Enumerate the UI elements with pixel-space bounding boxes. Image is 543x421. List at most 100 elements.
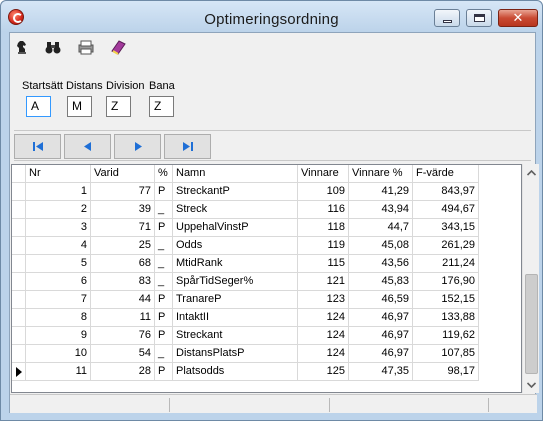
cell-vinnare[interactable]: 109 (298, 183, 349, 201)
cell-namn[interactable]: Streckant (173, 327, 298, 345)
cell-vinnare-pct[interactable]: 46,97 (349, 345, 413, 363)
cell-vinnare[interactable]: 121 (298, 273, 349, 291)
scroll-down-button[interactable] (523, 376, 540, 393)
next-record-button[interactable] (114, 134, 161, 159)
row-indicator[interactable] (12, 219, 26, 237)
cell-pct[interactable]: P (155, 309, 173, 327)
cell-nr[interactable]: 4 (26, 237, 91, 255)
cell-pct[interactable]: P (155, 219, 173, 237)
cell-vinnare-pct[interactable]: 45,83 (349, 273, 413, 291)
header-vinnare-pct[interactable]: Vinnare % (349, 165, 413, 183)
cell-varid[interactable]: 28 (91, 363, 155, 381)
cell-vinnare-pct[interactable]: 43,94 (349, 201, 413, 219)
cell-fvarde[interactable]: 133,88 (413, 309, 479, 327)
cell-vinnare-pct[interactable]: 46,97 (349, 327, 413, 345)
cell-namn[interactable]: SpårTidSeger% (173, 273, 298, 291)
cell-pct[interactable]: _ (155, 255, 173, 273)
table-row[interactable]: 11 28 P Platsodds 125 47,35 98,17 (12, 363, 507, 381)
row-indicator[interactable] (12, 291, 26, 309)
cell-fvarde[interactable]: 98,17 (413, 363, 479, 381)
last-record-button[interactable] (164, 134, 211, 159)
cell-varid[interactable]: 25 (91, 237, 155, 255)
cell-pct[interactable]: _ (155, 201, 173, 219)
cell-vinnare[interactable]: 115 (298, 255, 349, 273)
table-row[interactable]: 2 39 _ Streck 116 43,94 494,67 (12, 201, 507, 219)
bana-field[interactable]: Z (149, 96, 174, 117)
cell-varid[interactable]: 83 (91, 273, 155, 291)
header-vinnare[interactable]: Vinnare (298, 165, 349, 183)
table-row[interactable]: 7 44 P TranareP 123 46,59 152,15 (12, 291, 507, 309)
cell-pct[interactable]: _ (155, 237, 173, 255)
cell-vinnare-pct[interactable]: 46,97 (349, 309, 413, 327)
cell-varid[interactable]: 44 (91, 291, 155, 309)
data-grid[interactable]: Nr Varid % Namn Vinnare Vinnare % F-värd… (11, 164, 522, 393)
cell-pct[interactable]: P (155, 327, 173, 345)
book-icon[interactable] (109, 39, 127, 57)
cell-pct[interactable]: P (155, 183, 173, 201)
cell-nr[interactable]: 7 (26, 291, 91, 309)
cell-fvarde[interactable]: 176,90 (413, 273, 479, 291)
cell-namn[interactable]: MtidRank (173, 255, 298, 273)
cell-namn[interactable]: IntaktII (173, 309, 298, 327)
horse-icon[interactable] (13, 39, 31, 57)
table-row[interactable]: 9 76 P Streckant 124 46,97 119,62 (12, 327, 507, 345)
table-row[interactable]: 10 54 _ DistansPlatsP 124 46,97 107,85 (12, 345, 507, 363)
table-row[interactable]: 8 11 P IntaktII 124 46,97 133,88 (12, 309, 507, 327)
cell-namn[interactable]: DistansPlatsP (173, 345, 298, 363)
row-indicator[interactable] (12, 327, 26, 345)
cell-vinnare[interactable]: 124 (298, 345, 349, 363)
cell-vinnare[interactable]: 116 (298, 201, 349, 219)
cell-vinnare[interactable]: 119 (298, 237, 349, 255)
cell-nr[interactable]: 3 (26, 219, 91, 237)
cell-vinnare[interactable]: 125 (298, 363, 349, 381)
header-varid[interactable]: Varid (91, 165, 155, 183)
cell-fvarde[interactable]: 152,15 (413, 291, 479, 309)
cell-namn[interactable]: UppehalVinstP (173, 219, 298, 237)
cell-vinnare-pct[interactable]: 46,59 (349, 291, 413, 309)
cell-pct[interactable]: _ (155, 273, 173, 291)
cell-nr[interactable]: 8 (26, 309, 91, 327)
cell-nr[interactable]: 2 (26, 201, 91, 219)
title-bar[interactable]: Optimeringsordning ✕ (1, 1, 542, 32)
row-indicator[interactable] (12, 345, 26, 363)
cell-varid[interactable]: 39 (91, 201, 155, 219)
row-indicator[interactable] (12, 309, 26, 327)
cell-vinnare-pct[interactable]: 41,29 (349, 183, 413, 201)
cell-namn[interactable]: Platsodds (173, 363, 298, 381)
row-indicator[interactable] (12, 237, 26, 255)
cell-namn[interactable]: TranareP (173, 291, 298, 309)
cell-pct[interactable]: P (155, 291, 173, 309)
cell-nr[interactable]: 1 (26, 183, 91, 201)
maximize-button[interactable] (466, 9, 492, 27)
header-nr[interactable]: Nr (26, 165, 91, 183)
cell-varid[interactable]: 76 (91, 327, 155, 345)
row-indicator[interactable] (12, 201, 26, 219)
cell-varid[interactable]: 77 (91, 183, 155, 201)
table-row[interactable]: 5 68 _ MtidRank 115 43,56 211,24 (12, 255, 507, 273)
cell-nr[interactable]: 6 (26, 273, 91, 291)
cell-fvarde[interactable]: 107,85 (413, 345, 479, 363)
cell-nr[interactable]: 10 (26, 345, 91, 363)
row-indicator[interactable] (12, 183, 26, 201)
minimize-button[interactable] (434, 9, 460, 27)
close-button[interactable]: ✕ (498, 9, 538, 27)
startsatt-field[interactable]: A (26, 96, 51, 117)
header-namn[interactable]: Namn (173, 165, 298, 183)
cell-varid[interactable]: 68 (91, 255, 155, 273)
scroll-up-button[interactable] (523, 164, 540, 181)
cell-varid[interactable]: 54 (91, 345, 155, 363)
table-row[interactable]: 3 71 P UppehalVinstP 118 44,7 343,15 (12, 219, 507, 237)
cell-namn[interactable]: StreckantP (173, 183, 298, 201)
cell-fvarde[interactable]: 261,29 (413, 237, 479, 255)
division-field[interactable]: Z (106, 96, 131, 117)
cell-fvarde[interactable]: 211,24 (413, 255, 479, 273)
cell-pct[interactable]: P (155, 363, 173, 381)
table-row[interactable]: 6 83 _ SpårTidSeger% 121 45,83 176,90 (12, 273, 507, 291)
first-record-button[interactable] (14, 134, 61, 159)
cell-nr[interactable]: 5 (26, 255, 91, 273)
cell-vinnare[interactable]: 124 (298, 327, 349, 345)
cell-fvarde[interactable]: 119,62 (413, 327, 479, 345)
cell-namn[interactable]: Odds (173, 237, 298, 255)
row-indicator[interactable] (12, 363, 26, 381)
print-icon[interactable] (77, 39, 95, 57)
